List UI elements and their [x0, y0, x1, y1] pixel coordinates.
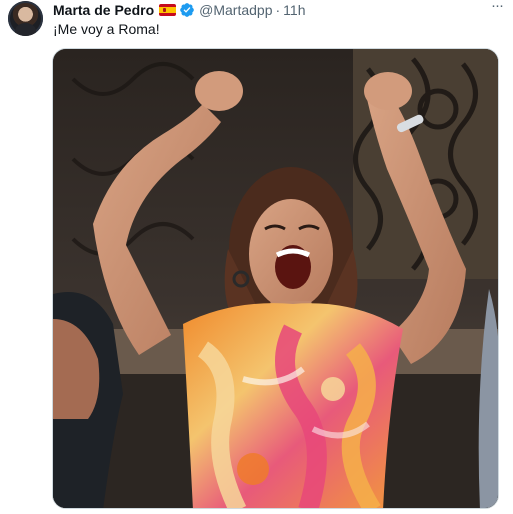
tweet-text: ¡Me voy a Roma! — [53, 21, 160, 37]
author-handle[interactable]: @Martadpp — [199, 2, 272, 18]
verified-badge-icon — [180, 3, 194, 17]
celebrating-woman-photo — [53, 49, 498, 508]
tweet-header: Marta de Pedro @Martadpp · 11h — [53, 1, 306, 19]
timestamp[interactable]: 11h — [283, 2, 305, 18]
tweet[interactable]: Marta de Pedro @Martadpp · 11h ··· ¡Me v… — [0, 0, 513, 514]
tweet-photo[interactable] — [52, 48, 499, 509]
author-name[interactable]: Marta de Pedro — [53, 2, 154, 18]
avatar[interactable] — [8, 1, 43, 36]
more-options-icon[interactable]: ··· — [487, 0, 507, 16]
spain-flag-icon — [159, 4, 177, 16]
separator-dot: · — [275, 2, 281, 18]
